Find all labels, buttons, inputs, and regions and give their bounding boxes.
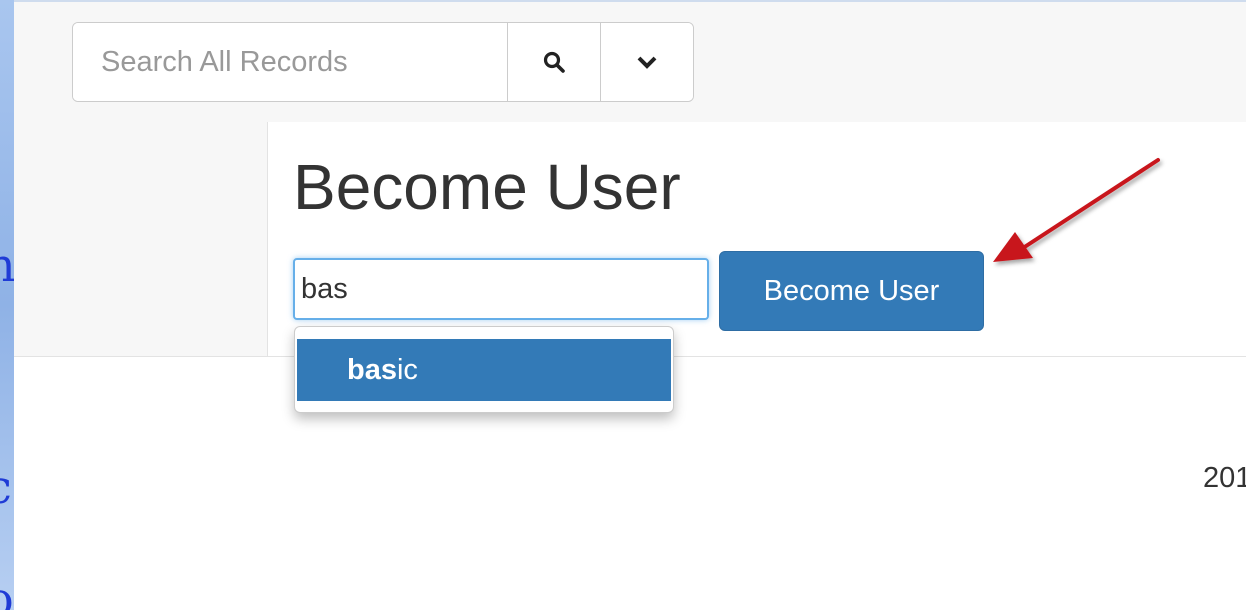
autocomplete-option[interactable]: bas ic bbox=[297, 339, 671, 401]
search-group bbox=[72, 22, 694, 102]
footer-text: 201 bbox=[1203, 462, 1246, 494]
chevron-down-icon bbox=[637, 56, 657, 69]
annotation-arrow bbox=[993, 158, 1160, 262]
autocomplete-match: bas bbox=[347, 353, 397, 386]
search-button[interactable] bbox=[507, 23, 600, 101]
search-options-button[interactable] bbox=[600, 23, 693, 101]
become-user-button[interactable]: Become User bbox=[719, 251, 984, 331]
background-glyph: n bbox=[0, 238, 14, 292]
page-title: Become User bbox=[293, 151, 681, 223]
left-sidebar-area bbox=[14, 122, 267, 357]
autocomplete-dropdown: bas ic bbox=[294, 326, 674, 413]
search-input[interactable] bbox=[73, 23, 507, 101]
background-glyph: c bbox=[0, 460, 12, 514]
autocomplete-rest: ic bbox=[396, 353, 418, 386]
search-icon bbox=[543, 51, 565, 73]
background-slide-strip: n c o bbox=[0, 0, 14, 610]
background-glyph: o bbox=[0, 572, 14, 610]
username-input[interactable] bbox=[293, 258, 709, 320]
top-navbar bbox=[14, 0, 1246, 125]
